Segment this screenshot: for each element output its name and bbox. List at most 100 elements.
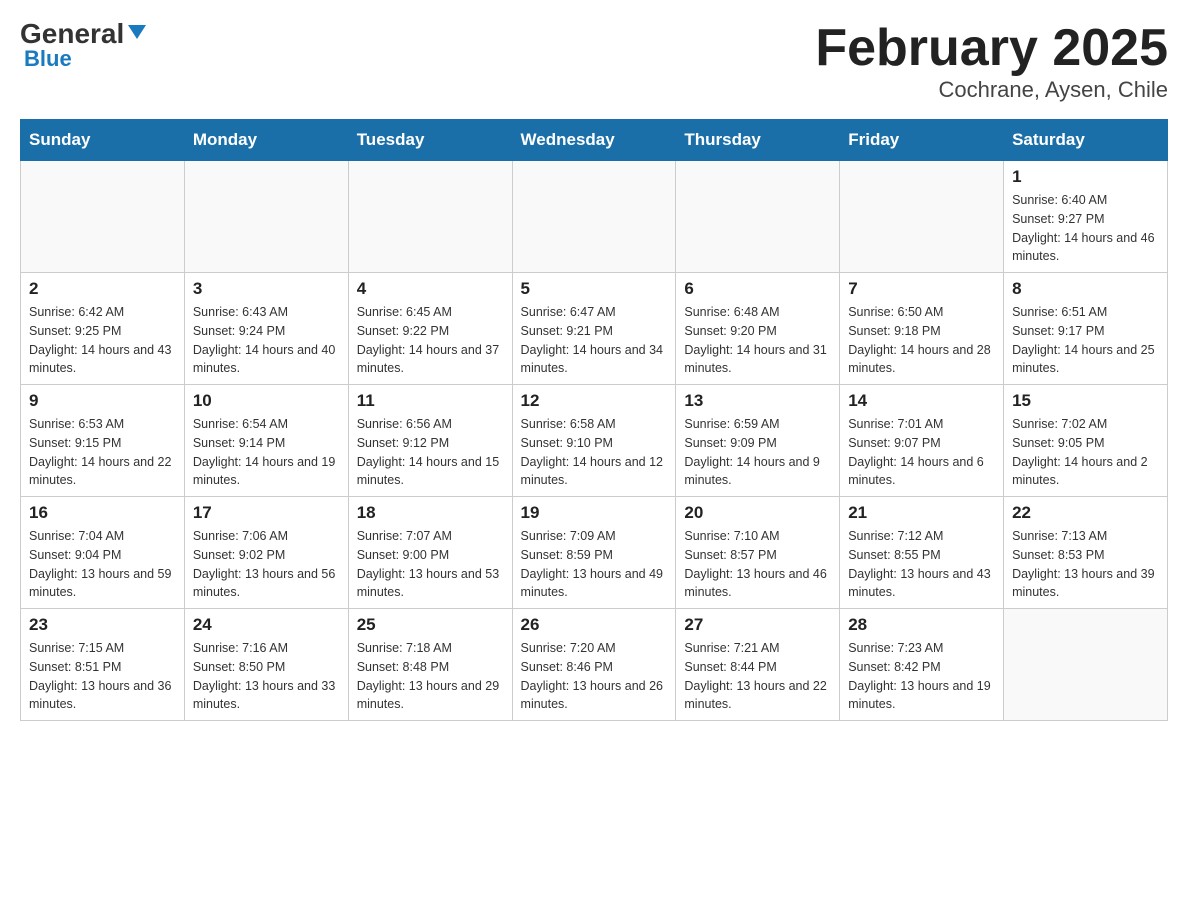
day-number: 18 bbox=[357, 503, 504, 523]
calendar-week-row: 23Sunrise: 7:15 AMSunset: 8:51 PMDayligh… bbox=[21, 609, 1168, 721]
calendar-subtitle: Cochrane, Aysen, Chile bbox=[815, 77, 1168, 103]
day-number: 19 bbox=[521, 503, 668, 523]
day-number: 25 bbox=[357, 615, 504, 635]
logo-general-text: General bbox=[20, 20, 124, 48]
day-number: 14 bbox=[848, 391, 995, 411]
day-info: Sunrise: 7:13 AMSunset: 8:53 PMDaylight:… bbox=[1012, 527, 1159, 602]
day-info: Sunrise: 7:10 AMSunset: 8:57 PMDaylight:… bbox=[684, 527, 831, 602]
day-number: 20 bbox=[684, 503, 831, 523]
calendar-day-cell: 12 Sunrise: 6:58 AMSunset: 9:10 PMDayligh… bbox=[512, 385, 676, 497]
calendar-title: February 2025 bbox=[815, 20, 1168, 77]
day-number: 12 bbox=[521, 391, 668, 411]
weekday-header-sunday: Sunday bbox=[21, 120, 185, 161]
weekday-header-friday: Friday bbox=[840, 120, 1004, 161]
day-info: Sunrise: 7:16 AMSunset: 8:50 PMDaylight:… bbox=[193, 639, 340, 714]
calendar-day-cell bbox=[348, 161, 512, 273]
day-info: Sunrise: 6:48 AMSunset: 9:20 PMDaylight:… bbox=[684, 303, 831, 378]
day-info: Sunrise: 7:12 AMSunset: 8:55 PMDaylight:… bbox=[848, 527, 995, 602]
calendar-day-cell: 18 Sunrise: 7:07 AMSunset: 9:00 PMDayligh… bbox=[348, 497, 512, 609]
day-info: Sunrise: 7:18 AMSunset: 8:48 PMDaylight:… bbox=[357, 639, 504, 714]
day-info: Sunrise: 6:54 AMSunset: 9:14 PMDaylight:… bbox=[193, 415, 340, 490]
day-info: Sunrise: 7:09 AMSunset: 8:59 PMDaylight:… bbox=[521, 527, 668, 602]
day-info: Sunrise: 6:43 AMSunset: 9:24 PMDaylight:… bbox=[193, 303, 340, 378]
calendar-day-cell bbox=[840, 161, 1004, 273]
weekday-header-saturday: Saturday bbox=[1004, 120, 1168, 161]
day-number: 10 bbox=[193, 391, 340, 411]
day-info: Sunrise: 7:04 AMSunset: 9:04 PMDaylight:… bbox=[29, 527, 176, 602]
calendar-day-cell: 11 Sunrise: 6:56 AMSunset: 9:12 PMDayligh… bbox=[348, 385, 512, 497]
day-number: 17 bbox=[193, 503, 340, 523]
day-info: Sunrise: 7:21 AMSunset: 8:44 PMDaylight:… bbox=[684, 639, 831, 714]
day-info: Sunrise: 6:45 AMSunset: 9:22 PMDaylight:… bbox=[357, 303, 504, 378]
calendar-day-cell bbox=[676, 161, 840, 273]
calendar-day-cell: 20 Sunrise: 7:10 AMSunset: 8:57 PMDayligh… bbox=[676, 497, 840, 609]
logo-blue-text: Blue bbox=[24, 48, 72, 70]
day-number: 3 bbox=[193, 279, 340, 299]
calendar-day-cell: 5 Sunrise: 6:47 AMSunset: 9:21 PMDaylight… bbox=[512, 273, 676, 385]
calendar-day-cell: 2Sunrise: 6:42 AMSunset: 9:25 PMDaylight… bbox=[21, 273, 185, 385]
page-header: General Blue February 2025 Cochrane, Ays… bbox=[20, 20, 1168, 103]
calendar-day-cell: 24 Sunrise: 7:16 AMSunset: 8:50 PMDayligh… bbox=[184, 609, 348, 721]
day-info: Sunrise: 6:58 AMSunset: 9:10 PMDaylight:… bbox=[521, 415, 668, 490]
calendar-header: SundayMondayTuesdayWednesdayThursdayFrid… bbox=[21, 120, 1168, 161]
calendar-day-cell: 26Sunrise: 7:20 AMSunset: 8:46 PMDayligh… bbox=[512, 609, 676, 721]
day-number: 27 bbox=[684, 615, 831, 635]
day-number: 16 bbox=[29, 503, 176, 523]
weekday-header-tuesday: Tuesday bbox=[348, 120, 512, 161]
day-number: 22 bbox=[1012, 503, 1159, 523]
calendar-day-cell: 13 Sunrise: 6:59 AMSunset: 9:09 PMDayligh… bbox=[676, 385, 840, 497]
calendar-day-cell: 19 Sunrise: 7:09 AMSunset: 8:59 PMDayligh… bbox=[512, 497, 676, 609]
day-info: Sunrise: 6:53 AMSunset: 9:15 PMDaylight:… bbox=[29, 415, 176, 490]
calendar-day-cell bbox=[1004, 609, 1168, 721]
day-info: Sunrise: 6:47 AMSunset: 9:21 PMDaylight:… bbox=[521, 303, 668, 378]
day-info: Sunrise: 6:51 AMSunset: 9:17 PMDaylight:… bbox=[1012, 303, 1159, 378]
day-number: 13 bbox=[684, 391, 831, 411]
calendar-day-cell: 17 Sunrise: 7:06 AMSunset: 9:02 PMDayligh… bbox=[184, 497, 348, 609]
calendar-day-cell: 3 Sunrise: 6:43 AMSunset: 9:24 PMDaylight… bbox=[184, 273, 348, 385]
calendar-day-cell: 25 Sunrise: 7:18 AMSunset: 8:48 PMDayligh… bbox=[348, 609, 512, 721]
calendar-day-cell: 9 Sunrise: 6:53 AMSunset: 9:15 PMDaylight… bbox=[21, 385, 185, 497]
calendar-day-cell: 4 Sunrise: 6:45 AMSunset: 9:22 PMDaylight… bbox=[348, 273, 512, 385]
day-number: 2 bbox=[29, 279, 176, 299]
calendar-day-cell bbox=[21, 161, 185, 273]
day-number: 21 bbox=[848, 503, 995, 523]
calendar-day-cell: 27 Sunrise: 7:21 AMSunset: 8:44 PMDayligh… bbox=[676, 609, 840, 721]
calendar-body: 1Sunrise: 6:40 AMSunset: 9:27 PMDaylight… bbox=[21, 161, 1168, 721]
day-number: 9 bbox=[29, 391, 176, 411]
calendar-day-cell: 10 Sunrise: 6:54 AMSunset: 9:14 PMDayligh… bbox=[184, 385, 348, 497]
day-info: Sunrise: 7:07 AMSunset: 9:00 PMDaylight:… bbox=[357, 527, 504, 602]
calendar-day-cell: 15Sunrise: 7:02 AMSunset: 9:05 PMDayligh… bbox=[1004, 385, 1168, 497]
calendar-day-cell: 21 Sunrise: 7:12 AMSunset: 8:55 PMDayligh… bbox=[840, 497, 1004, 609]
day-info: Sunrise: 6:40 AMSunset: 9:27 PMDaylight:… bbox=[1012, 191, 1159, 266]
weekday-header-row: SundayMondayTuesdayWednesdayThursdayFrid… bbox=[21, 120, 1168, 161]
day-info: Sunrise: 7:01 AMSunset: 9:07 PMDaylight:… bbox=[848, 415, 995, 490]
day-number: 7 bbox=[848, 279, 995, 299]
calendar-day-cell: 23Sunrise: 7:15 AMSunset: 8:51 PMDayligh… bbox=[21, 609, 185, 721]
calendar-day-cell bbox=[184, 161, 348, 273]
calendar-day-cell: 14 Sunrise: 7:01 AMSunset: 9:07 PMDayligh… bbox=[840, 385, 1004, 497]
day-info: Sunrise: 7:02 AMSunset: 9:05 PMDaylight:… bbox=[1012, 415, 1159, 490]
calendar-day-cell: 28Sunrise: 7:23 AMSunset: 8:42 PMDayligh… bbox=[840, 609, 1004, 721]
calendar-day-cell: 8Sunrise: 6:51 AMSunset: 9:17 PMDaylight… bbox=[1004, 273, 1168, 385]
calendar-week-row: 9 Sunrise: 6:53 AMSunset: 9:15 PMDaylight… bbox=[21, 385, 1168, 497]
day-number: 4 bbox=[357, 279, 504, 299]
day-info: Sunrise: 6:59 AMSunset: 9:09 PMDaylight:… bbox=[684, 415, 831, 490]
day-info: Sunrise: 7:15 AMSunset: 8:51 PMDaylight:… bbox=[29, 639, 176, 714]
day-number: 6 bbox=[684, 279, 831, 299]
weekday-header-wednesday: Wednesday bbox=[512, 120, 676, 161]
calendar-table: SundayMondayTuesdayWednesdayThursdayFrid… bbox=[20, 119, 1168, 721]
day-number: 26 bbox=[521, 615, 668, 635]
day-info: Sunrise: 7:06 AMSunset: 9:02 PMDaylight:… bbox=[193, 527, 340, 602]
logo: General Blue bbox=[20, 20, 148, 70]
day-number: 11 bbox=[357, 391, 504, 411]
calendar-week-row: 16 Sunrise: 7:04 AMSunset: 9:04 PMDayligh… bbox=[21, 497, 1168, 609]
day-number: 5 bbox=[521, 279, 668, 299]
day-info: Sunrise: 7:23 AMSunset: 8:42 PMDaylight:… bbox=[848, 639, 995, 714]
calendar-day-cell: 16 Sunrise: 7:04 AMSunset: 9:04 PMDayligh… bbox=[21, 497, 185, 609]
calendar-day-cell: 6 Sunrise: 6:48 AMSunset: 9:20 PMDaylight… bbox=[676, 273, 840, 385]
weekday-header-thursday: Thursday bbox=[676, 120, 840, 161]
logo-arrow-icon bbox=[126, 21, 148, 43]
day-info: Sunrise: 6:56 AMSunset: 9:12 PMDaylight:… bbox=[357, 415, 504, 490]
calendar-day-cell: 7Sunrise: 6:50 AMSunset: 9:18 PMDaylight… bbox=[840, 273, 1004, 385]
day-number: 24 bbox=[193, 615, 340, 635]
